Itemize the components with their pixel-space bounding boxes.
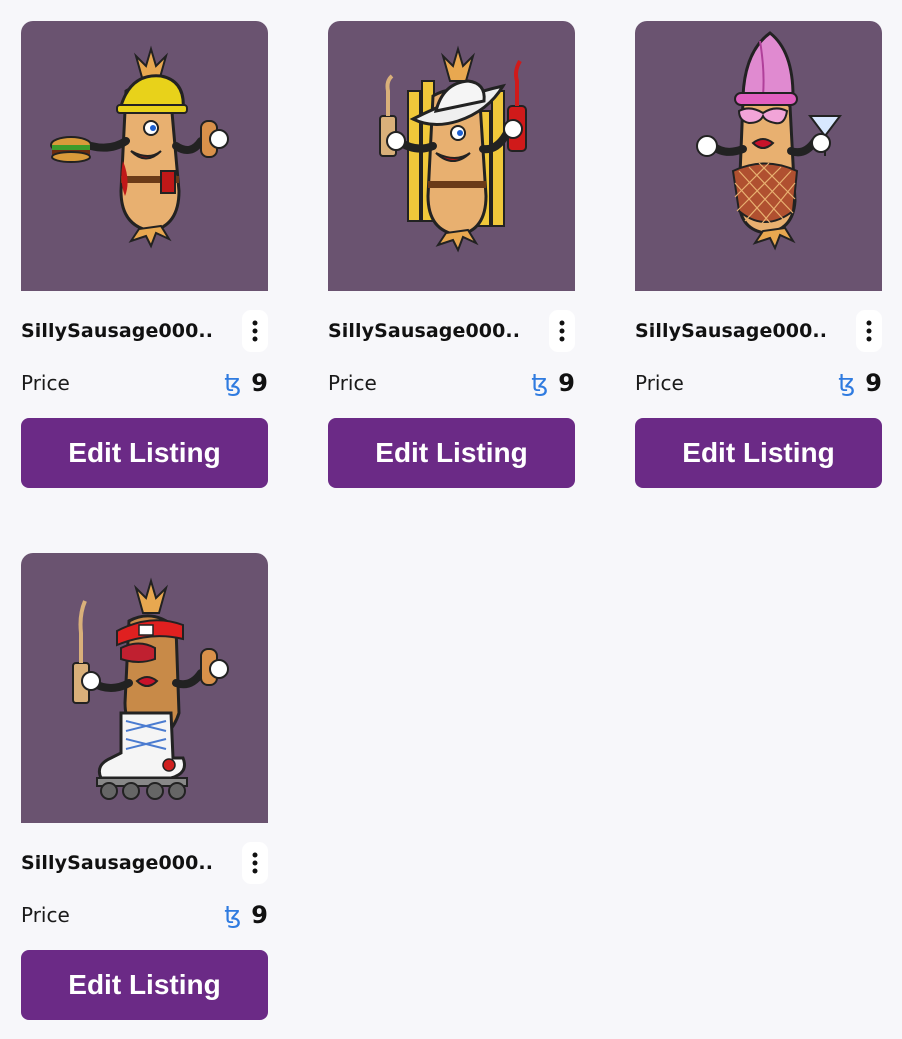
nft-name: SillySausage000..	[21, 320, 214, 342]
tezos-icon: ꜩ	[224, 369, 242, 397]
tezos-icon: ꜩ	[531, 369, 549, 397]
more-options-button[interactable]	[242, 842, 268, 884]
vertical-dots-icon	[866, 320, 872, 342]
nft-card: SillySausage000.. Price ꜩ 9 Edit Listing	[635, 21, 882, 488]
sausage-hardhat-burger-image	[21, 21, 268, 291]
price-label: Price	[21, 371, 70, 395]
price-amount: 9	[865, 369, 882, 397]
vertical-dots-icon	[559, 320, 565, 342]
edit-listing-button[interactable]: Edit Listing	[635, 418, 882, 488]
edit-listing-button[interactable]: Edit Listing	[21, 418, 268, 488]
tezos-icon: ꜩ	[838, 369, 856, 397]
sausage-cowboy-fries-image	[328, 21, 575, 291]
more-options-button[interactable]	[856, 310, 882, 352]
nft-card: SillySausage000.. Price ꜩ 9 Edit Listing	[328, 21, 575, 488]
more-options-button[interactable]	[549, 310, 575, 352]
edit-listing-button[interactable]: Edit Listing	[328, 418, 575, 488]
nft-name: SillySausage000..	[328, 320, 521, 342]
sausage-pink-fishnet-image	[635, 21, 882, 291]
nft-card: SillySausage000.. Price ꜩ 9 Edit Listing	[21, 553, 268, 1020]
nft-thumbnail[interactable]	[635, 21, 882, 291]
edit-listing-button[interactable]: Edit Listing	[21, 950, 268, 1020]
tezos-icon: ꜩ	[224, 901, 242, 929]
nft-thumbnail[interactable]	[21, 553, 268, 823]
nft-thumbnail[interactable]	[21, 21, 268, 291]
vertical-dots-icon	[252, 320, 258, 342]
nft-name: SillySausage000..	[635, 320, 828, 342]
nft-thumbnail[interactable]	[328, 21, 575, 291]
price-amount: 9	[558, 369, 575, 397]
nft-name: SillySausage000..	[21, 852, 214, 874]
price-amount: 9	[251, 901, 268, 929]
price-amount: 9	[251, 369, 268, 397]
price-label: Price	[21, 903, 70, 927]
price-label: Price	[328, 371, 377, 395]
vertical-dots-icon	[252, 852, 258, 874]
more-options-button[interactable]	[242, 310, 268, 352]
nft-card: SillySausage000.. Price ꜩ 9 Edit Listing	[21, 21, 268, 488]
price-label: Price	[635, 371, 684, 395]
sausage-rollerskate-image	[21, 553, 268, 823]
